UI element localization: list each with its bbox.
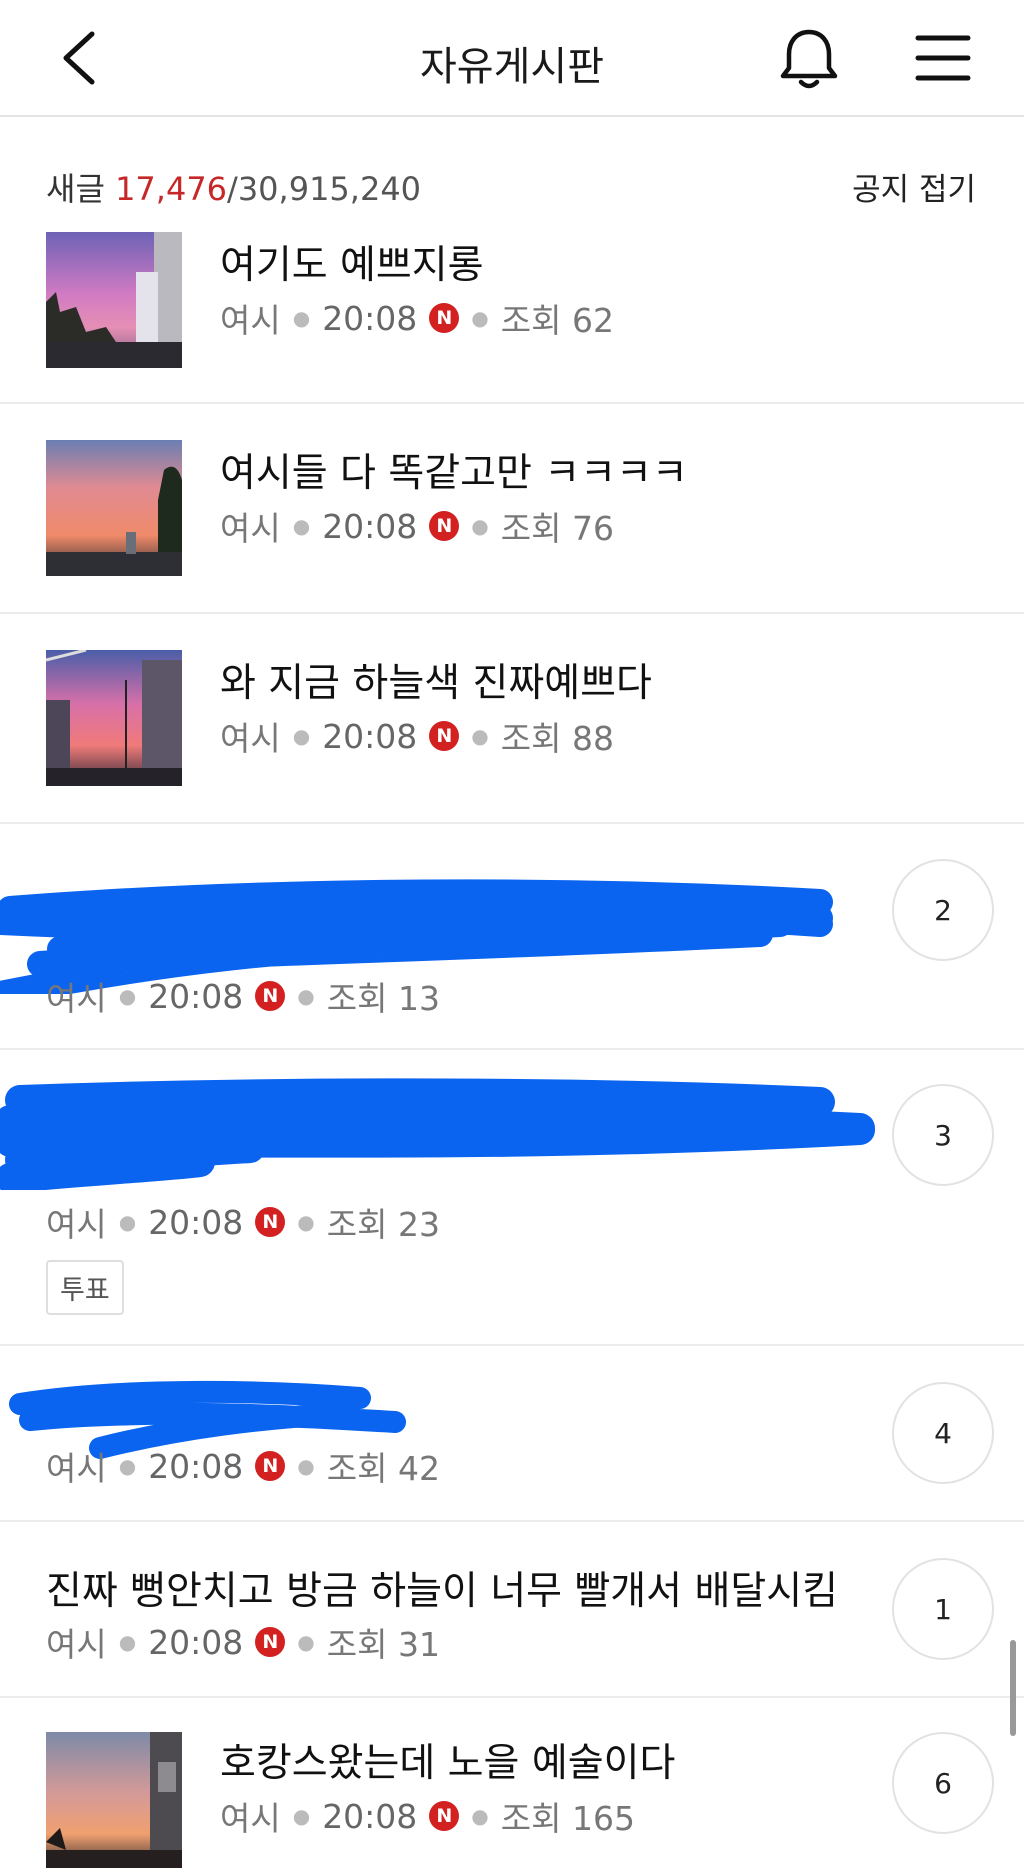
- scrollbar[interactable]: [1010, 1640, 1016, 1736]
- post-time: 20:08: [322, 506, 418, 546]
- post-title: 호캉스왔는데 노을 예술이다: [220, 1741, 676, 1786]
- new-post-count: 17,476: [115, 170, 228, 208]
- post-thumbnail: [46, 232, 182, 368]
- post-views: 조회 62: [500, 301, 614, 340]
- total-post-count: /30,915,240: [227, 170, 422, 208]
- post-time: 20:08: [148, 1622, 244, 1662]
- post-meta: 여시 ● 20:08 N ● 조회 31: [46, 1618, 440, 1666]
- post-meta: 여시 ● 20:08 N ● 조회 23: [46, 1198, 440, 1246]
- list-item[interactable]: 여시 ● 20:08 N ● 조회 13 2: [0, 824, 1024, 1048]
- post-time: 20:08: [148, 1446, 244, 1486]
- post-title: 여기도 예쁘지롱: [220, 243, 484, 288]
- hamburger-menu-icon: [915, 35, 971, 81]
- page-title: 자유게시판: [420, 44, 604, 90]
- post-time: 20:08: [148, 1202, 244, 1242]
- post-thumbnail: [46, 440, 182, 576]
- top-app-bar: 자유게시판: [0, 0, 1024, 117]
- post-time: 20:08: [322, 298, 418, 338]
- new-badge: N: [255, 1451, 286, 1481]
- post-views: 조회 31: [326, 1625, 440, 1664]
- list-item[interactable]: 진짜 뻥안치고 방금 하늘이 너무 빨개서 배달시킴 여시 ● 20:08 N ● 조회 …: [0, 1522, 1024, 1696]
- post-author: 여시: [220, 719, 281, 758]
- bell-icon: [780, 29, 838, 89]
- list-item[interactable]: 여시 ● 20:08 N ● 조회 23 투표 3: [0, 1050, 1024, 1344]
- post-views: 조회 88: [500, 719, 614, 758]
- new-badge: N: [429, 1801, 460, 1831]
- post-thumbnail: [46, 1732, 182, 1868]
- new-badge: N: [429, 303, 460, 333]
- post-author: 여시: [220, 301, 281, 340]
- stats-label: 새글: [46, 170, 105, 208]
- post-author: 여시: [46, 1205, 107, 1244]
- post-meta: 여시 ● 20:08 N ● 조회 62: [220, 294, 614, 342]
- post-thumbnail: [46, 650, 182, 786]
- post-time: 20:08: [148, 976, 244, 1016]
- new-badge: N: [255, 981, 286, 1011]
- post-author: 여시: [220, 1799, 281, 1838]
- comment-count[interactable]: 2: [892, 859, 994, 961]
- comment-count[interactable]: 4: [892, 1382, 994, 1484]
- comment-count[interactable]: 6: [892, 1732, 994, 1834]
- post-title: 진짜 뻥안치고 방금 하늘이 너무 빨개서 배달시킴: [46, 1569, 838, 1614]
- post-meta: 여시 ● 20:08 N ● 조회 42: [46, 1442, 440, 1490]
- post-author: 여시: [46, 1625, 107, 1664]
- notice-fold-toggle[interactable]: 공지 접기: [852, 164, 976, 209]
- list-item[interactable]: 여시들 다 똑같고만 ㅋㅋㅋㅋ 여시 ● 20:08 N ● 조회 76: [0, 404, 1024, 612]
- post-author: 여시: [46, 979, 107, 1018]
- post-views: 조회 23: [326, 1205, 440, 1244]
- post-meta: 여시 ● 20:08 N ● 조회 13: [46, 972, 440, 1020]
- list-item[interactable]: 호캉스왔는데 노을 예술이다 여시 ● 20:08 N ● 조회 165 6: [0, 1698, 1024, 1872]
- post-author: 여시: [46, 1449, 107, 1488]
- list-item[interactable]: 여시 ● 20:08 N ● 조회 42 4: [0, 1346, 1024, 1518]
- new-badge: N: [429, 721, 460, 751]
- list-item[interactable]: 와 지금 하늘색 진짜예쁘다 여시 ● 20:08 N ● 조회 88: [0, 614, 1024, 822]
- app-root: 자유게시판 새글 17,476/30,915,240 공지 접기 여기도 예쁘지…: [0, 0, 1024, 1872]
- notifications-button[interactable]: [774, 24, 844, 94]
- post-views: 조회 42: [326, 1449, 440, 1488]
- new-badge: N: [429, 511, 460, 541]
- post-views: 조회 165: [500, 1799, 635, 1838]
- comment-count[interactable]: 1: [892, 1558, 994, 1660]
- vote-tag: 투표: [46, 1260, 124, 1315]
- post-title: 와 지금 하늘색 진짜예쁘다: [220, 661, 652, 706]
- post-views: 조회 13: [326, 979, 440, 1018]
- post-meta: 여시 ● 20:08 N ● 조회 88: [220, 712, 614, 760]
- post-meta: 여시 ● 20:08 N ● 조회 76: [220, 502, 614, 550]
- post-count-stats: 새글 17,476/30,915,240: [46, 164, 421, 210]
- post-views: 조회 76: [500, 509, 614, 548]
- post-title: 여시들 다 똑같고만 ㅋㅋㅋㅋ: [220, 451, 688, 496]
- list-item[interactable]: 여기도 예쁘지롱 여시 ● 20:08 N ● 조회 62: [0, 222, 1024, 402]
- new-badge: N: [255, 1207, 286, 1237]
- redaction-scribble: [0, 1078, 875, 1190]
- post-time: 20:08: [322, 716, 418, 756]
- menu-button[interactable]: [912, 30, 974, 86]
- comment-count[interactable]: 3: [892, 1084, 994, 1186]
- post-meta: 여시 ● 20:08 N ● 조회 165: [220, 1792, 635, 1840]
- new-badge: N: [255, 1627, 286, 1657]
- post-time: 20:08: [322, 1796, 418, 1836]
- post-author: 여시: [220, 509, 281, 548]
